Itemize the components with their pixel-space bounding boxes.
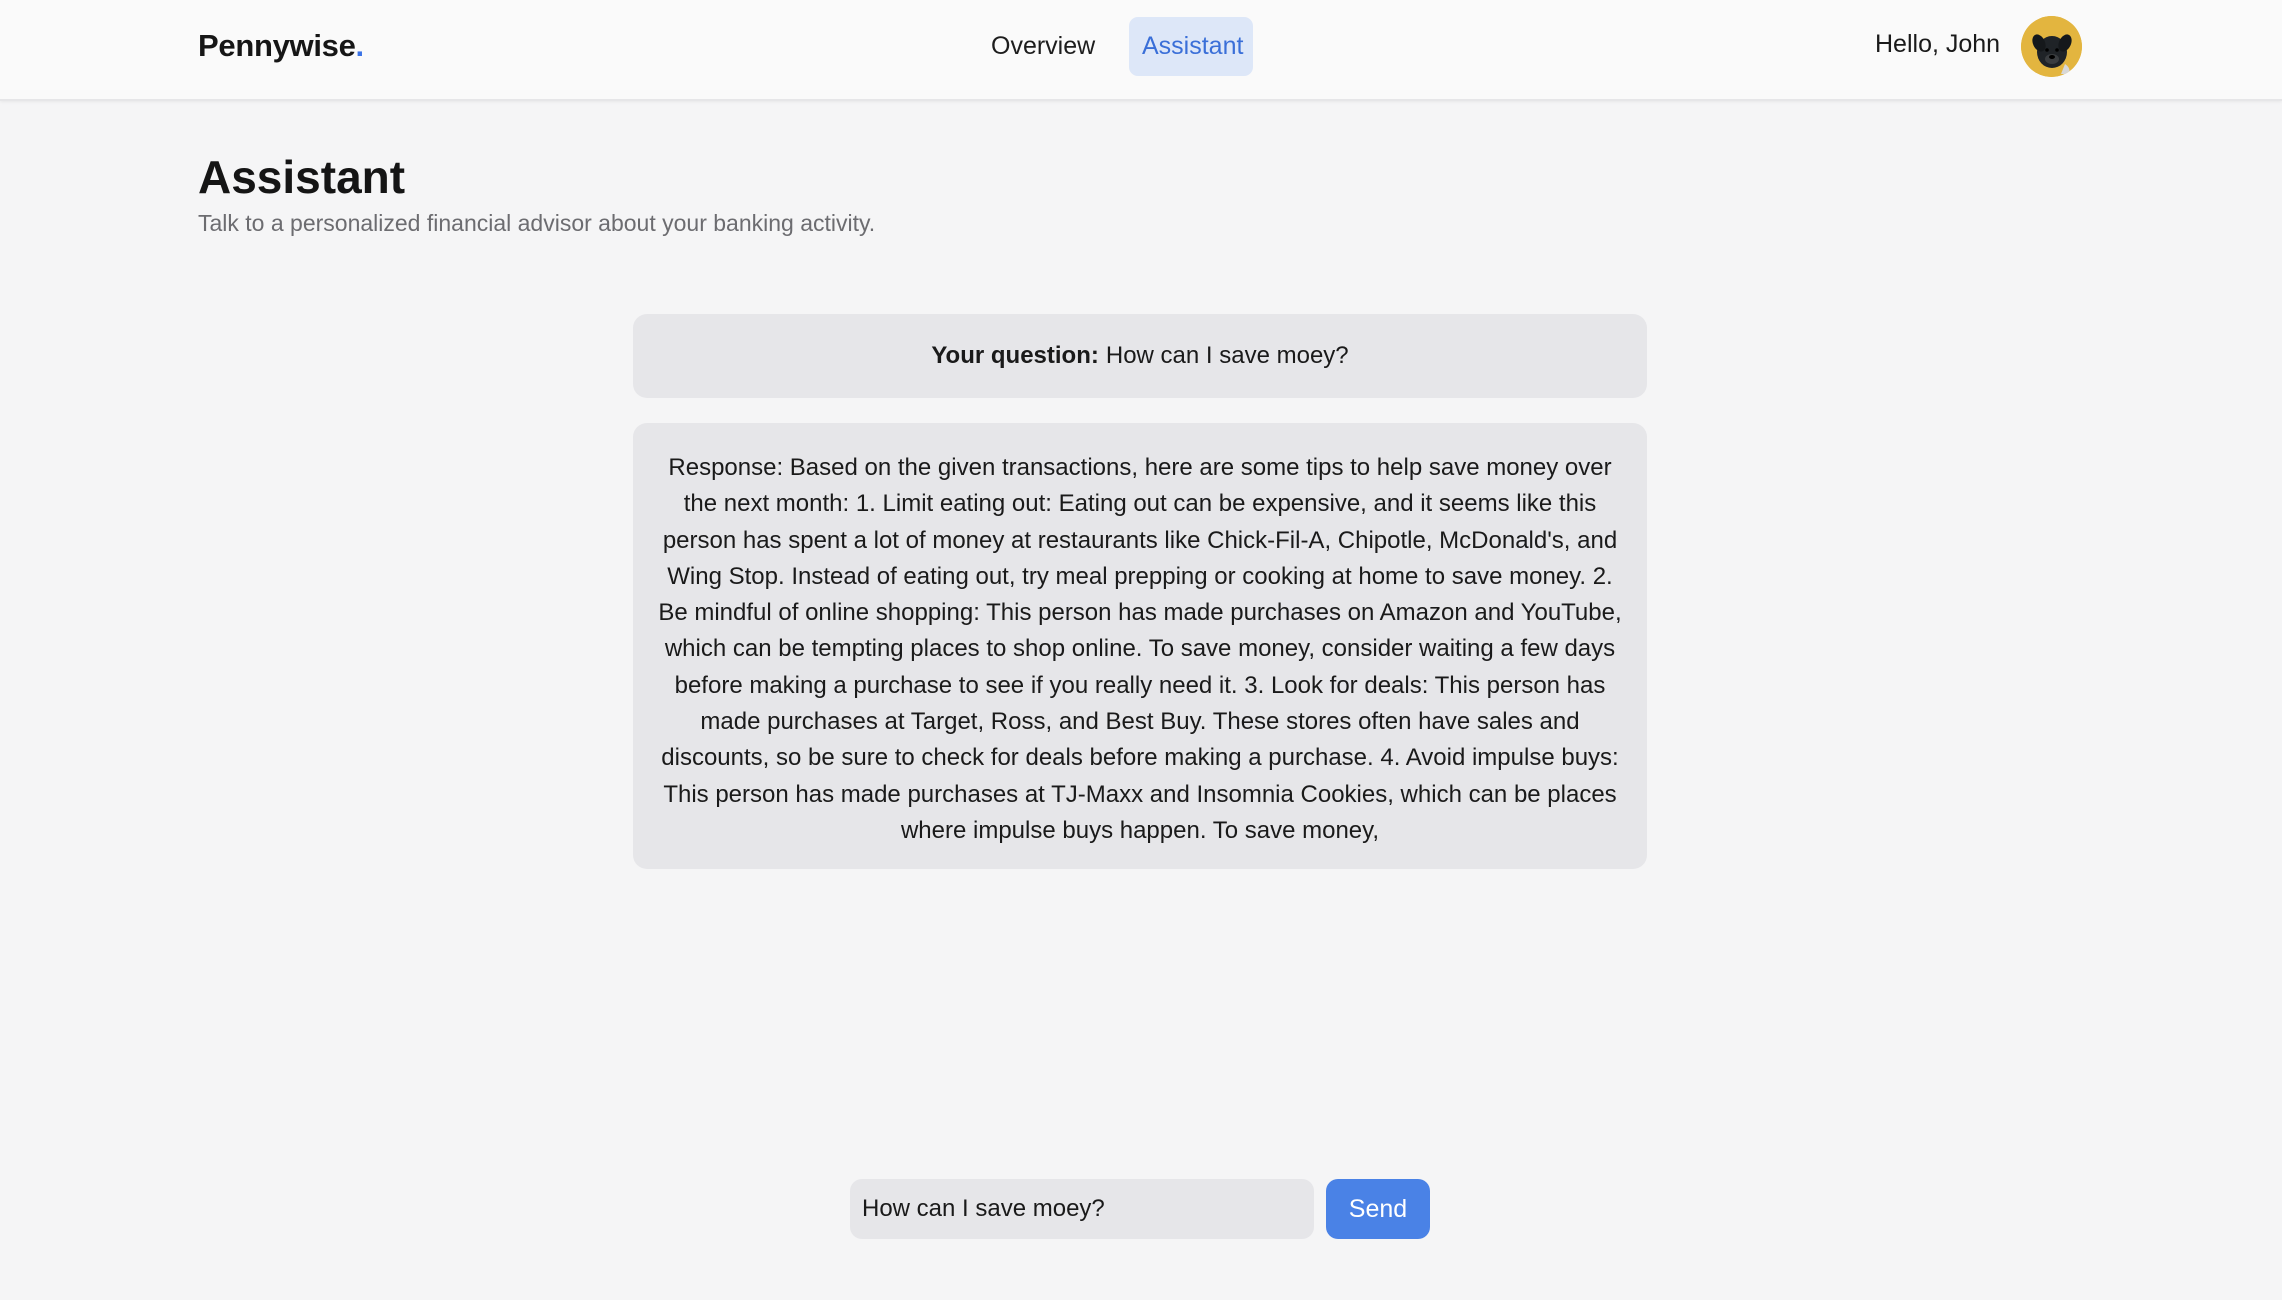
tab-overview[interactable]: Overview (978, 17, 1108, 76)
dog-avatar-icon (2021, 16, 2082, 77)
tab-assistant[interactable]: Assistant (1129, 17, 1253, 76)
response-bubble: Response: Based on the given transaction… (633, 423, 1647, 869)
response-text: Response: Based on the given transaction… (658, 454, 1622, 844)
brand-logo[interactable]: Pennywise. (198, 28, 364, 64)
question-bubble: Your question: How can I save moey? (633, 314, 1647, 398)
page-title: Assistant (198, 151, 406, 203)
page-subtitle: Talk to a personalized financial advisor… (198, 210, 876, 236)
user-avatar[interactable] (2021, 16, 2082, 77)
question-label: Your question: (931, 342, 1099, 369)
send-button[interactable]: Send (1326, 1179, 1430, 1239)
user-greeting: Hello, John (1875, 30, 2001, 58)
top-navbar: Pennywise. Overview Assistant Hello, Joh… (0, 0, 2282, 101)
question-input[interactable] (850, 1179, 1314, 1239)
brand-dot: . (355, 28, 365, 63)
question-text: How can I save moey? (1105, 342, 1349, 369)
